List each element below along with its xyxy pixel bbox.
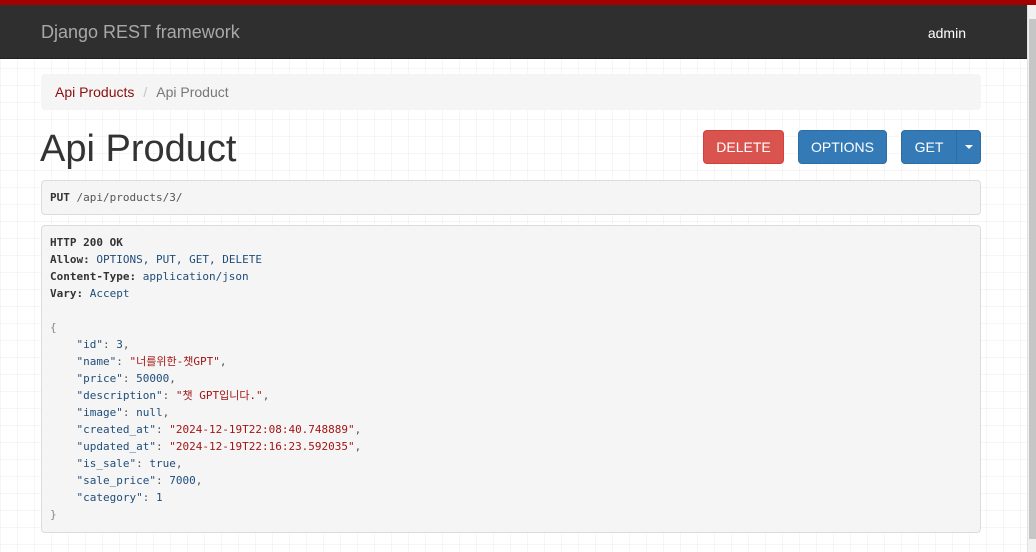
options-button[interactable]: OPTIONS: [798, 130, 887, 164]
json-key: "name": [76, 355, 117, 368]
request-method: PUT: [50, 191, 70, 204]
json-value: 7000: [169, 474, 196, 487]
request-info: PUT /api/products/3/: [41, 180, 981, 215]
page-title: Api Product: [40, 128, 237, 170]
breadcrumb-current: Api Product: [156, 84, 229, 100]
header-value: Accept: [89, 287, 130, 300]
scrollbar-thumb[interactable]: [1029, 19, 1036, 539]
breadcrumb-separator: /: [143, 84, 148, 100]
json-key: "sale_price": [76, 474, 156, 487]
get-button[interactable]: GET: [901, 130, 957, 164]
request-path: /api/products/3/: [76, 191, 183, 204]
response-header-allow: Allow: OPTIONS, PUT, GET, DELETE: [50, 251, 972, 268]
header-value: application/json: [142, 270, 249, 283]
breadcrumb: Api Products / Api Product: [41, 74, 981, 110]
navbar-brand[interactable]: Django REST framework: [41, 22, 240, 43]
json-close-brace: }: [50, 508, 57, 521]
json-value: "챗 GPT입니다.": [175, 389, 263, 402]
json-value: "너를위한-챗GPT": [129, 355, 220, 368]
breadcrumb-link-api-products[interactable]: Api Products: [55, 84, 134, 100]
header-key: Vary:: [50, 287, 84, 300]
header-value: OPTIONS, PUT, GET, DELETE: [96, 253, 262, 266]
json-field-line: "created_at": "2024-12-19T22:08:40.74888…: [76, 423, 362, 436]
navbar: Django REST framework admin: [0, 5, 1027, 59]
json-field-line: "id": 3,: [76, 338, 130, 351]
json-value: "2024-12-19T22:16:23.592035": [169, 440, 355, 453]
json-field-line: "sale_price": 7000,: [76, 474, 203, 487]
response-panel: HTTP 200 OK Allow: OPTIONS, PUT, GET, DE…: [41, 225, 981, 533]
scrollbar[interactable]: [1027, 5, 1036, 552]
response-status: HTTP 200 OK: [50, 236, 123, 249]
json-field-line: "price": 50000,: [76, 372, 176, 385]
json-field-line: "category": 1: [76, 491, 163, 504]
json-field-line: "updated_at": "2024-12-19T22:16:23.59203…: [76, 440, 362, 453]
delete-button[interactable]: DELETE: [703, 130, 784, 164]
response-header-vary: Vary: Accept: [50, 285, 972, 302]
json-field-line: "is_sale": true,: [76, 457, 183, 470]
json-value: null: [136, 406, 163, 419]
json-value: 3: [116, 338, 123, 351]
json-value: "2024-12-19T22:08:40.748889": [169, 423, 355, 436]
json-key: "is_sale": [76, 457, 137, 470]
json-key: "created_at": [76, 423, 156, 436]
json-body: "id": 3, "name": "너를위한-챗GPT", "price": 5…: [50, 336, 972, 506]
response-header-content-type: Content-Type: application/json: [50, 268, 972, 285]
json-key: "category": [76, 491, 143, 504]
json-field-line: "image": null,: [76, 406, 170, 419]
json-field-line: "description": "챗 GPT입니다.",: [76, 389, 270, 402]
json-open-brace: {: [50, 321, 57, 334]
json-value: true: [149, 457, 176, 470]
get-format-dropdown-button[interactable]: [956, 130, 981, 164]
json-key: "image": [76, 406, 123, 419]
json-key: "price": [76, 372, 123, 385]
json-value: 1: [155, 491, 163, 504]
header-key: Content-Type:: [50, 270, 137, 283]
json-key: "id": [76, 338, 104, 351]
json-field-line: "name": "너를위한-챗GPT",: [76, 355, 227, 368]
json-key: "updated_at": [76, 440, 156, 453]
caret-down-icon: [964, 145, 973, 149]
json-value: 50000: [136, 372, 170, 385]
navbar-user-menu[interactable]: admin: [928, 25, 966, 41]
json-key: "description": [76, 389, 163, 402]
header-key: Allow:: [50, 253, 90, 266]
